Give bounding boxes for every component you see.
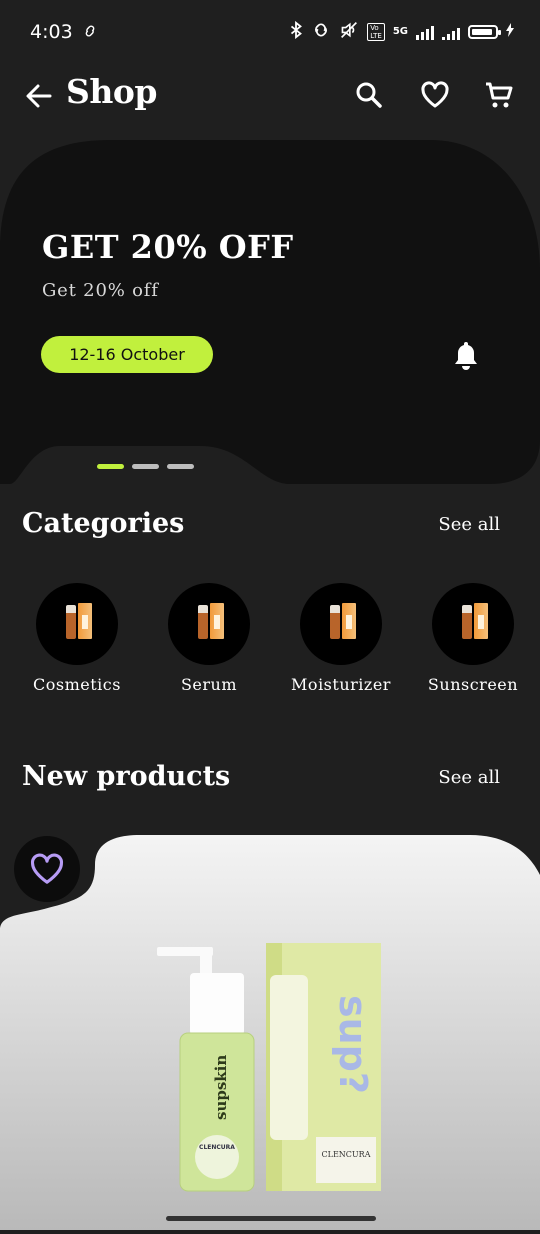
category-label: Sunscreen [427,675,519,694]
battery-icon [468,25,501,39]
carousel-dot[interactable] [167,464,194,469]
status-time: 4:03 [30,21,73,43]
categories-see-all-link[interactable]: See all [438,514,500,535]
banner-title: GET 20% OFF [42,228,294,266]
search-icon [356,82,382,108]
heart-icon [421,81,449,108]
signal-icon [416,24,434,40]
hotspot-icon [311,22,331,42]
category-sunscreen[interactable]: Sunscreen [413,583,533,694]
charging-icon [506,23,514,41]
link-icon [83,21,97,43]
cart-icon [486,82,513,108]
category-label: Moisturizer [291,675,391,694]
category-cosmetics[interactable]: Cosmetics [17,583,137,694]
product-card[interactable]: supskin CLENCURA sup? CLENCURA [0,835,540,1230]
category-image [432,583,514,665]
bluetooth-icon [289,20,303,43]
category-label: Cosmetics [33,675,121,694]
carousel-indicator [97,464,194,469]
banner-subtitle: Get 20% off [42,280,159,301]
signal-icon-2 [442,24,460,40]
date-badge: 12-16 October [41,336,213,373]
box-brand-text: sup? [331,995,375,1094]
category-label: Serum [180,675,238,694]
category-serum[interactable]: Serum [149,583,269,694]
page-title: Shop [66,72,157,111]
new-products-see-all-link[interactable]: See all [438,767,500,788]
status-bar: 4:03 Vo LTE 5G [0,0,540,64]
category-image [300,583,382,665]
bottle-brand-text: supskin [212,1055,230,1120]
volte-icon: Vo LTE [367,23,385,41]
category-moisturizer[interactable]: Moisturizer [281,583,401,694]
notify-button[interactable] [452,340,480,370]
gesture-nav-handle[interactable] [166,1216,376,1221]
bell-icon [455,342,477,370]
heart-outline-icon [30,853,64,884]
carousel-dot[interactable] [132,464,159,469]
new-products-title: New products [22,761,231,792]
promo-banner[interactable]: GET 20% OFF Get 20% off 12-16 October [0,140,540,485]
cart-button[interactable] [484,80,514,110]
top-app-bar: Shop [0,70,540,120]
network-type: 5G [392,26,408,37]
wishlist-button[interactable] [420,80,450,110]
category-image [36,583,118,665]
category-image [168,583,250,665]
arrow-left-icon [26,84,52,108]
box-name-text: CLENCURA [322,1150,371,1159]
categories-title: Categories [22,508,185,539]
search-button[interactable] [354,80,384,110]
back-button[interactable] [24,82,54,110]
mute-icon [339,21,359,43]
product-favorite-button[interactable] [14,836,80,902]
carousel-dot-active[interactable] [97,464,124,469]
bottle-name-text: CLENCURA [199,1144,235,1151]
product-box-image: sup? CLENCURA [266,943,381,1191]
